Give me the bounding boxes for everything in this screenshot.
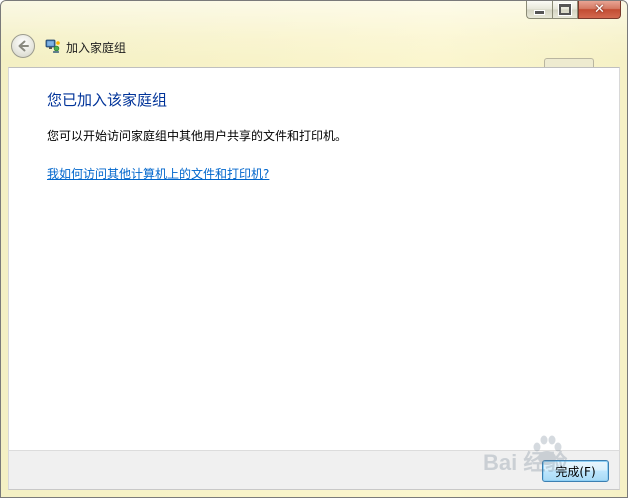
close-icon: ✕ bbox=[594, 2, 605, 17]
maximize-icon bbox=[559, 4, 571, 15]
maximize-button[interactable] bbox=[552, 1, 578, 19]
wizard-footer: 完成(F) bbox=[8, 450, 620, 490]
page-heading: 您已加入该家庭组 bbox=[47, 91, 168, 109]
window-caption-buttons: ✕ bbox=[526, 1, 621, 20]
back-button[interactable] bbox=[11, 34, 35, 58]
window-title: 加入家庭组 bbox=[66, 41, 127, 55]
minimize-icon bbox=[534, 10, 545, 15]
minimize-button[interactable] bbox=[526, 1, 552, 19]
homegroup-icon bbox=[45, 39, 60, 53]
back-arrow-icon bbox=[18, 40, 29, 52]
page-description: 您可以开始访问家庭组中其他用户共享的文件和打印机。 bbox=[47, 129, 348, 143]
wizard-content: 您已加入该家庭组 您可以开始访问家庭组中其他用户共享的文件和打印机。 我如何访问… bbox=[8, 67, 620, 450]
close-button[interactable]: ✕ bbox=[578, 1, 621, 19]
help-link-access-files[interactable]: 我如何访问其他计算机上的文件和打印机? bbox=[47, 165, 269, 182]
homegroup-wizard-window: ✕ 加入家庭组 您已加入该家庭组 您可以开始访问家庭组中其他用户共享的文件和打印… bbox=[0, 0, 628, 498]
finish-button[interactable]: 完成(F) bbox=[542, 460, 609, 482]
